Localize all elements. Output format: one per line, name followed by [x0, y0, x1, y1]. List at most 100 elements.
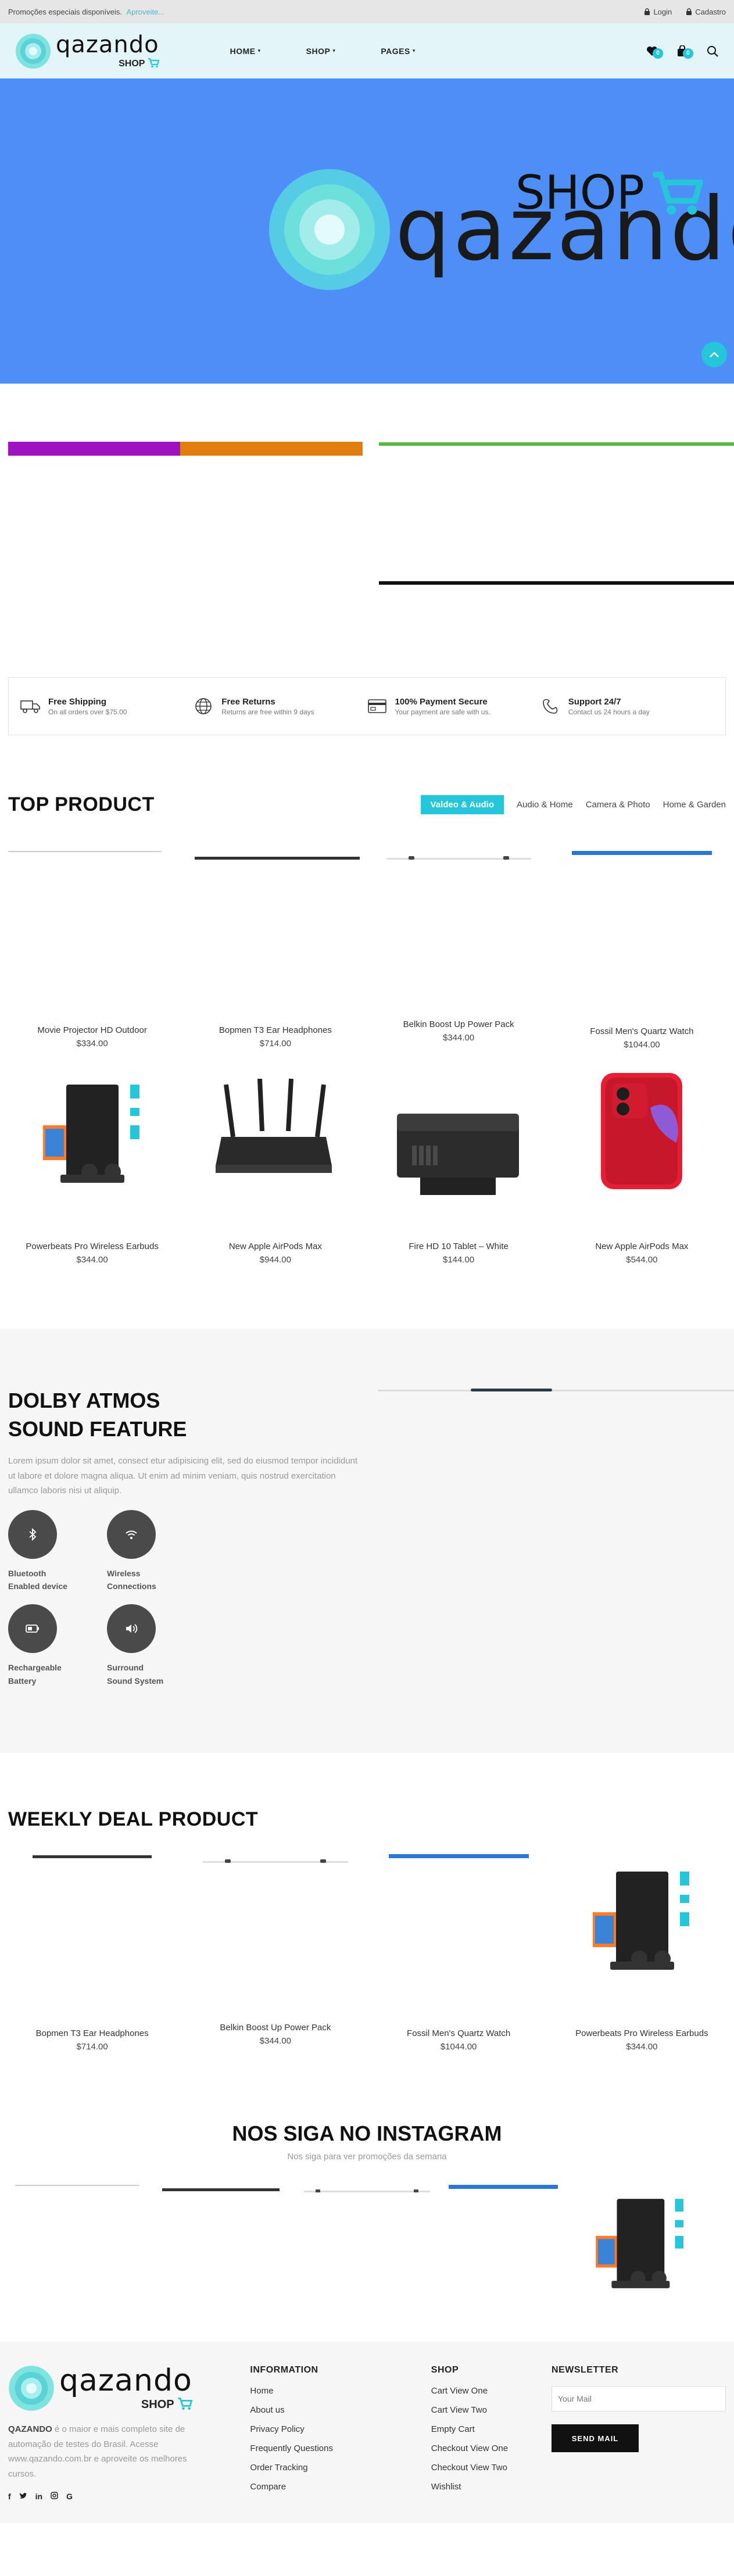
hero-shop-text: SHOP	[515, 166, 645, 220]
product-card[interactable]: New Apple AirPods Max $944.00	[191, 1067, 359, 1265]
chevron-down-icon: ▾	[257, 48, 261, 53]
footer-link-order-tracking[interactable]: Order Tracking	[250, 2463, 431, 2473]
product-name[interactable]: New Apple AirPods Max	[558, 1242, 726, 1251]
tab-camera-photo[interactable]: Camera & Photo	[586, 800, 650, 810]
product-image[interactable]	[558, 1067, 726, 1242]
product-image[interactable]	[8, 1067, 176, 1242]
product-price: $1044.00	[624, 1040, 660, 1050]
footer-logo-shop: SHOP	[59, 2397, 193, 2412]
product-name[interactable]: Powerbeats Pro Wireless Earbuds	[8, 1242, 176, 1251]
footer-description: QAZANDO é o maior e mais completo site d…	[8, 2422, 206, 2481]
product-name[interactable]: Powerbeats Pro Wireless Earbuds	[558, 2028, 726, 2038]
footer-brand-name: QAZANDO	[8, 2424, 52, 2434]
promo-banner-left[interactable]	[8, 442, 363, 456]
footer-link-home[interactable]: Home	[250, 2386, 431, 2396]
product-image[interactable]	[8, 1854, 176, 2028]
footer-link-checkout-one[interactable]: Checkout View One	[431, 2443, 552, 2453]
product-name[interactable]: Fossil Men's Quartz Watch	[375, 2028, 543, 2038]
footer-link-compare[interactable]: Compare	[250, 2482, 431, 2492]
feature-title: Support 24/7	[568, 696, 621, 707]
footer-link-cart-one[interactable]: Cart View One	[431, 2386, 552, 2396]
product-card[interactable]: Fire HD 10 Tablet – White $144.00	[375, 1067, 543, 1265]
twitter-icon[interactable]	[19, 2492, 27, 2501]
site-logo[interactable]: qazando SHOP	[15, 31, 160, 69]
footer-link-privacy[interactable]: Privacy Policy	[250, 2424, 431, 2434]
login-link[interactable]: Login	[644, 8, 672, 16]
product-image[interactable]	[191, 1854, 359, 2023]
newsletter-email-input[interactable]	[552, 2386, 726, 2412]
footer-link-wishlist[interactable]: Wishlist	[431, 2482, 552, 2492]
product-card[interactable]: Belkin Boost Up Power Pack $344.00	[191, 1854, 359, 2052]
product-card[interactable]: Bopmen T3 Ear Headphones $714.00	[8, 1854, 176, 2052]
nav-home[interactable]: HOME ▾	[230, 46, 261, 56]
footer-link-cart-two[interactable]: Cart View Two	[431, 2405, 552, 2415]
product-image[interactable]	[8, 851, 176, 1025]
instagram-icon[interactable]	[51, 2492, 58, 2501]
send-mail-button[interactable]: SEND MAIL	[552, 2424, 639, 2452]
product-card[interactable]: Fossil Men's Quartz Watch $1044.00	[375, 1854, 543, 2052]
top-product-section: TOP PRODUCT Valdeo & Audio Audio & Home …	[0, 735, 734, 1265]
product-tabs: Valdeo & Audio Audio & Home Camera & Pho…	[420, 795, 726, 814]
product-card[interactable]: Movie Projector HD Outdoor $334.00	[8, 851, 176, 1050]
footer-link-checkout-two[interactable]: Checkout View Two	[431, 2463, 552, 2473]
nav-shop[interactable]: SHOP ▾	[306, 46, 336, 56]
product-image[interactable]	[558, 851, 726, 1026]
nav-pages[interactable]: PAGES ▾	[381, 46, 416, 56]
wishlist-button[interactable]: 0	[646, 45, 663, 59]
instagram-tile[interactable]	[588, 2185, 726, 2313]
dolby-feature-line1: Rechargeable	[8, 1663, 62, 1673]
product-card[interactable]: Powerbeats Pro Wireless Earbuds $344.00	[8, 1067, 176, 1265]
register-link[interactable]: Cadastro	[686, 8, 726, 16]
product-card[interactable]: Powerbeats Pro Wireless Earbuds $344.00	[558, 1854, 726, 2052]
product-image[interactable]	[375, 1854, 543, 2028]
footer-logo[interactable]: qazando SHOP	[8, 2365, 250, 2412]
dolby-feature-label: Bluetooth Enabled device	[8, 1567, 107, 1593]
dolby-feature-label: Wireless Connections	[107, 1567, 206, 1593]
feature-subtitle: Your payment are safe with us.	[395, 707, 490, 716]
tab-video-audio[interactable]: Valdeo & Audio	[420, 795, 504, 814]
footer-link-empty-cart[interactable]: Empty Cart	[431, 2424, 552, 2434]
instagram-tile[interactable]	[8, 2185, 146, 2313]
product-card[interactable]: New Apple AirPods Max $544.00	[558, 1067, 726, 1265]
support-icon	[542, 699, 557, 714]
product-name[interactable]: Movie Projector HD Outdoor	[8, 1025, 176, 1035]
product-card[interactable]: Bopmen T3 Ear Headphones $714.00	[191, 851, 360, 1050]
tab-home-garden[interactable]: Home & Garden	[663, 800, 726, 810]
promo-banner-right[interactable]	[379, 442, 734, 446]
product-name[interactable]: Fossil Men's Quartz Watch	[558, 1026, 726, 1036]
site-header: qazando SHOP HOME ▾ SHOP ▾ PAGES ▾ 0 0	[0, 23, 734, 78]
product-name[interactable]: New Apple AirPods Max	[191, 1242, 359, 1251]
top-bar: Promoções especiais disponíveis. Aprovei…	[0, 0, 734, 23]
product-image[interactable]	[375, 851, 543, 1019]
product-image[interactable]	[558, 1854, 726, 2028]
product-name[interactable]: Belkin Boost Up Power Pack	[191, 2023, 359, 2033]
product-image[interactable]	[191, 1067, 359, 1242]
tab-audio-home[interactable]: Audio & Home	[517, 800, 573, 810]
product-card[interactable]: Fossil Men's Quartz Watch $1044.00	[558, 851, 726, 1050]
product-image-dot	[408, 856, 414, 860]
cart-button[interactable]: 0	[676, 45, 693, 59]
instagram-tile[interactable]	[298, 2185, 436, 2313]
search-button[interactable]	[706, 45, 719, 58]
product-image[interactable]	[375, 1067, 543, 1242]
instagram-tile[interactable]	[443, 2185, 581, 2313]
google-icon[interactable]: G	[66, 2492, 73, 2501]
weekly-deal-title: WEEKLY DEAL PRODUCT	[8, 1808, 259, 1830]
logo-text: qazando	[56, 31, 159, 58]
promo-link[interactable]: Aproveite...	[126, 8, 164, 16]
logo-shop-label: SHOP	[119, 58, 145, 69]
feature-support: Support 24/7 Contact us 24 hours a day	[540, 697, 714, 716]
product-name[interactable]: Belkin Boost Up Power Pack	[375, 1019, 543, 1029]
scroll-to-top-button[interactable]	[701, 342, 727, 367]
facebook-icon[interactable]: f	[8, 2492, 11, 2501]
product-name[interactable]: Fire HD 10 Tablet – White	[375, 1242, 543, 1251]
footer-link-faq[interactable]: Frequently Questions	[250, 2443, 431, 2453]
instagram-tile[interactable]	[153, 2185, 291, 2313]
footer-link-about[interactable]: About us	[250, 2405, 431, 2415]
product-image[interactable]	[191, 851, 360, 1025]
product-name[interactable]: Bopmen T3 Ear Headphones	[8, 2028, 176, 2038]
weekly-product-grid: Bopmen T3 Ear Headphones $714.00 Belkin …	[8, 1854, 726, 2052]
product-card[interactable]: Belkin Boost Up Power Pack $344.00	[375, 851, 543, 1050]
linkedin-icon[interactable]: in	[35, 2492, 42, 2501]
product-name[interactable]: Bopmen T3 Ear Headphones	[191, 1025, 359, 1035]
